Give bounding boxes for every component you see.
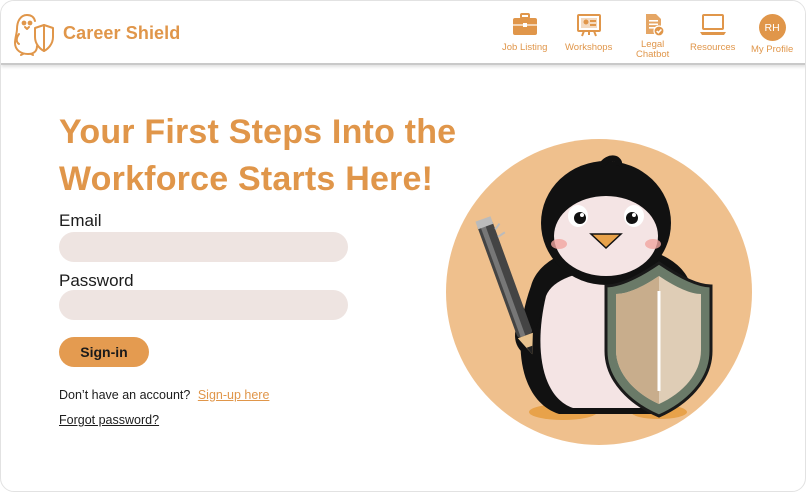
nav-legal-chatbot[interactable]: Legal Chatbot [636,13,669,59]
briefcase-icon [512,13,537,35]
penguin-mascot-illustration [446,139,752,445]
headline-line-2: Workforce Starts Here! [59,160,434,198]
nav-legal-chatbot-label-line2: Chatbot [636,48,670,60]
nav-job-listing-label: Job Listing [502,42,548,53]
nav-job-listing[interactable]: Job Listing [502,13,547,53]
headline-line-1: Your First Steps Into the [59,113,457,151]
nav-workshops[interactable]: Workshops [565,13,612,53]
sign-in-button[interactable]: Sign-in [59,337,149,367]
laptop-icon [699,14,726,35]
nav-resources[interactable]: Resources [690,13,735,53]
email-label: Email [59,211,102,230]
nav-resources-label: Resources [690,42,736,53]
top-navbar: Career Shield Job Listing Workshops Lega… [1,1,805,65]
nav-my-profile-label: My Profile [751,44,794,55]
forgot-password-link[interactable]: Forgot password? [59,413,159,427]
penguin-shield-logo-icon [14,14,54,56]
nav-legal-chatbot-label: Legal Chatbot [636,40,669,59]
document-check-icon [645,14,665,37]
email-field[interactable] [59,232,348,262]
nav-workshops-label: Workshops [565,42,613,53]
brand-home-link[interactable]: Career Shield [13,10,180,56]
page-frame: Career Shield Job Listing Workshops Lega… [0,0,806,492]
password-label: Password [59,271,134,290]
password-field[interactable] [59,290,348,320]
avatar: RH [758,14,786,41]
brand-name: Career Shield [63,22,181,43]
presentation-board-icon [576,14,601,37]
sign-up-link[interactable]: Sign-up here [198,388,270,402]
page-headline: Your First Steps Into the Workforce Star… [59,109,479,203]
signup-prompt-text: Don’t have an account? [59,388,191,402]
nav-my-profile[interactable]: RH My Profile [751,14,793,55]
signup-prompt-line: Don’t have an account? Sign-up here [59,388,269,402]
